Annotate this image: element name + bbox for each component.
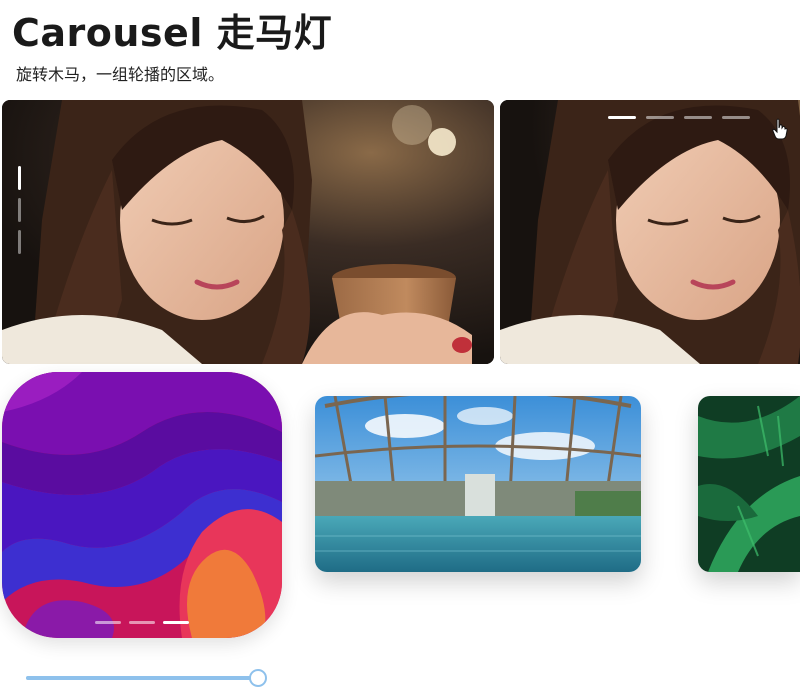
card-carousel-next-card[interactable] [315,396,641,572]
card-indicators [95,621,189,624]
indicator-1[interactable] [18,166,21,190]
slider-track[interactable] [26,676,258,680]
page-subtitle: 旋转木马，一组轮播的区域。 [16,65,225,84]
indicator-2[interactable] [18,198,21,222]
page-title: Carousel 走马灯 [12,11,333,55]
woman-coffee-photo [2,100,494,364]
flooded-greenhouse-image [315,396,641,572]
indicator-3[interactable] [163,621,189,624]
indicator-1[interactable] [95,621,121,624]
indicator-2[interactable] [129,621,155,624]
woman-coffee-photo [500,100,800,364]
vertical-carousel[interactable] [2,100,494,364]
indicator-4[interactable] [722,116,750,119]
progress-slider[interactable] [26,668,270,688]
slider-thumb[interactable] [249,669,267,687]
horizontal-indicators [608,116,750,119]
vertical-indicators [18,166,21,254]
abstract-wave-image [2,372,282,638]
indicator-3[interactable] [684,116,712,119]
green-leaves-image [698,396,800,572]
card-carousel-active-card[interactable] [2,372,282,638]
hand-cursor-icon [772,118,788,140]
indicator-1[interactable] [608,116,636,119]
indicator-2[interactable] [646,116,674,119]
slider-fill [26,676,258,680]
horizontal-carousel[interactable] [500,100,800,364]
card-carousel-prev-card[interactable] [698,396,800,572]
indicator-3[interactable] [18,230,21,254]
